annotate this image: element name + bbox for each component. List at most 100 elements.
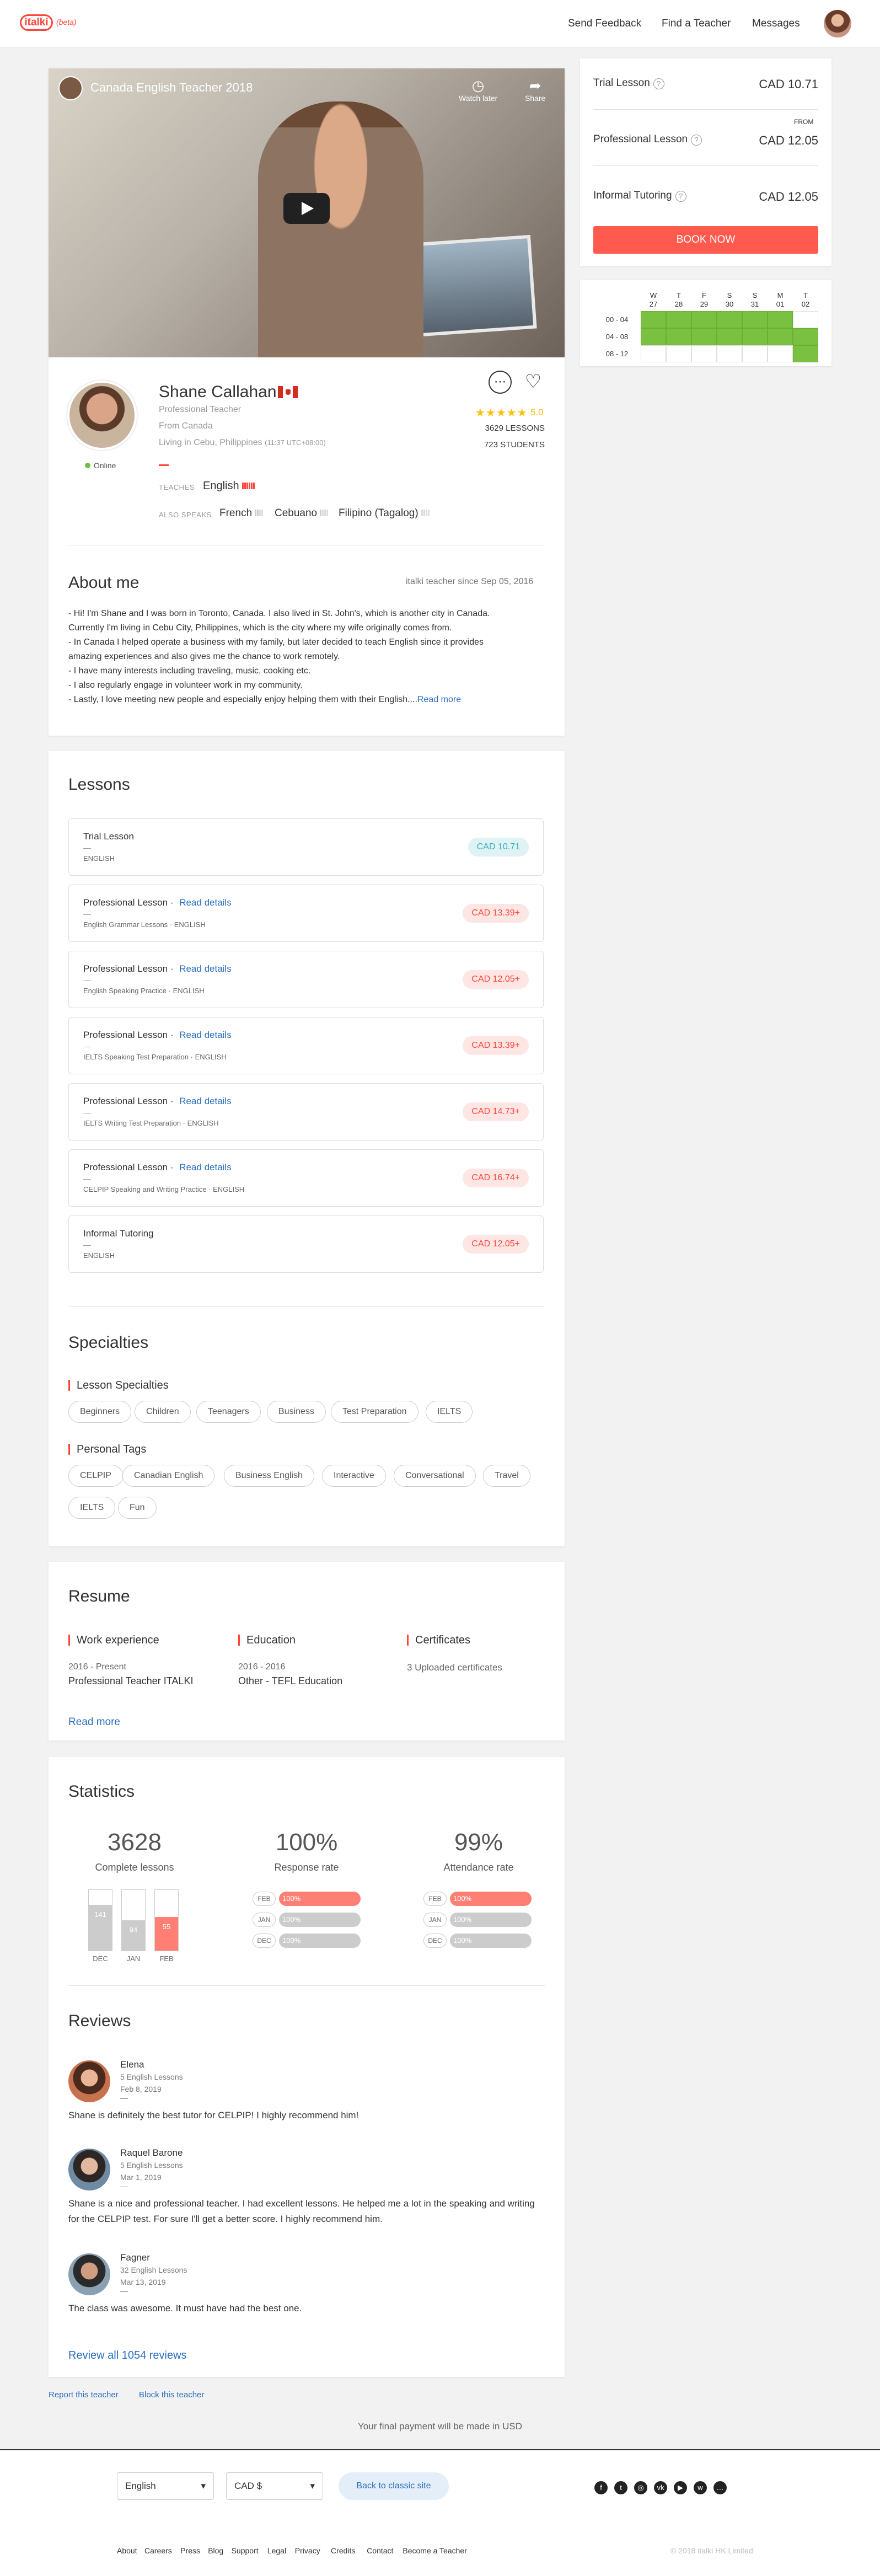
book-now-button[interactable]: BOOK NOW bbox=[593, 226, 818, 254]
response-rate-fill: 100% bbox=[279, 1934, 361, 1948]
wechat-icon[interactable]: … bbox=[713, 2481, 727, 2494]
help-icon[interactable]: ? bbox=[653, 78, 664, 89]
nav-find-teacher[interactable]: Find a Teacher bbox=[662, 18, 731, 30]
lesson-trial[interactable]: Trial Lesson — ENGLISH CAD 10.71 bbox=[68, 818, 544, 876]
instagram-icon[interactable]: ◎ bbox=[634, 2481, 647, 2494]
available-slot[interactable] bbox=[717, 328, 742, 345]
currency-select[interactable]: CAD $ bbox=[226, 2472, 323, 2500]
user-avatar[interactable] bbox=[824, 10, 851, 38]
available-slot[interactable] bbox=[742, 328, 768, 345]
lesson-professional[interactable]: Professional Lesson · Read details — Eng… bbox=[68, 951, 544, 1008]
italki-logo[interactable]: italki bbox=[20, 14, 53, 31]
available-slot[interactable] bbox=[768, 311, 793, 328]
review-all-link[interactable]: Review all 1054 reviews bbox=[68, 2349, 187, 2362]
watch-later-button[interactable]: ◷ Watch later bbox=[459, 77, 497, 103]
trial-lesson-row[interactable]: Trial Lesson? CAD 10.71 bbox=[593, 72, 818, 94]
response-rate-track: 100% bbox=[279, 1892, 361, 1906]
lessons-heading: Lessons bbox=[68, 775, 130, 794]
nav-messages[interactable]: Messages bbox=[752, 18, 800, 30]
available-slot[interactable] bbox=[717, 311, 742, 328]
footer-link-support[interactable]: Support bbox=[232, 2546, 259, 2555]
available-slot[interactable] bbox=[768, 328, 793, 345]
facebook-icon[interactable]: f bbox=[594, 2481, 608, 2494]
specialty-tag: Test Preparation bbox=[331, 1401, 418, 1423]
read-details-link[interactable]: Read details bbox=[179, 897, 232, 908]
language-select[interactable]: English bbox=[117, 2472, 214, 2500]
message-icon[interactable]: ⋯ bbox=[489, 371, 512, 394]
help-icon[interactable]: ? bbox=[691, 135, 702, 146]
availability-calendar[interactable]: W 27 T 28 F 29 S 30 S 31 M 01 T 02 00 - 04 04 - 08 08 - … bbox=[593, 291, 818, 365]
teacher-name: Shane Callahan bbox=[159, 383, 277, 401]
available-slot[interactable] bbox=[691, 328, 717, 345]
trial-lesson-price: CAD 10.71 bbox=[759, 77, 818, 91]
specialty-tag: IELTS bbox=[426, 1401, 473, 1423]
available-slot[interactable] bbox=[641, 311, 666, 328]
available-slot[interactable] bbox=[742, 311, 768, 328]
professional-lesson-row[interactable]: Professional Lesson? CAD 12.05 bbox=[593, 128, 818, 150]
share-video-button[interactable]: ➦ Share bbox=[525, 77, 545, 103]
block-teacher-link[interactable]: Block this teacher bbox=[139, 2390, 204, 2400]
available-slot[interactable] bbox=[666, 311, 691, 328]
lesson-informal[interactable]: Informal Tutoring — ENGLISH CAD 12.05+ bbox=[68, 1215, 544, 1273]
read-details-link[interactable]: Read details bbox=[179, 963, 232, 974]
unavailable-slot[interactable] bbox=[742, 345, 768, 362]
weibo-icon[interactable]: w bbox=[694, 2481, 707, 2494]
lesson-professional[interactable]: Professional Lesson · Read details — IEL… bbox=[68, 1017, 544, 1074]
lesson-professional[interactable]: Professional Lesson · Read details — Eng… bbox=[68, 885, 544, 942]
unavailable-slot[interactable] bbox=[717, 345, 742, 362]
footer-link-credits[interactable]: Credits bbox=[331, 2546, 355, 2555]
unavailable-slot[interactable] bbox=[691, 345, 717, 362]
heart-icon[interactable]: ♡ bbox=[522, 371, 545, 394]
also-speaks-cebuano-name: Cebuano bbox=[275, 507, 318, 520]
help-icon[interactable]: ? bbox=[675, 191, 686, 202]
twitter-icon[interactable]: t bbox=[614, 2481, 627, 2494]
youtube-icon[interactable]: ▶ bbox=[674, 2481, 687, 2494]
lesson-professional[interactable]: Professional Lesson · Read details — CEL… bbox=[68, 1149, 544, 1207]
read-details-link[interactable]: Read details bbox=[179, 1096, 232, 1106]
footer-link-careers[interactable]: Careers bbox=[144, 2546, 172, 2555]
vk-icon[interactable]: vk bbox=[654, 2481, 667, 2494]
report-teacher-link[interactable]: Report this teacher bbox=[49, 2390, 119, 2400]
play-button[interactable] bbox=[283, 193, 330, 224]
read-details-link[interactable]: Read details bbox=[179, 1030, 232, 1040]
footer-link-about[interactable]: About bbox=[117, 2546, 137, 2555]
unavailable-slot[interactable] bbox=[768, 345, 793, 362]
available-slot[interactable] bbox=[793, 345, 818, 362]
available-slot[interactable] bbox=[793, 328, 818, 345]
informal-tutoring-price: CAD 12.05 bbox=[759, 190, 818, 203]
unavailable-slot[interactable] bbox=[641, 345, 666, 362]
footer-link-press[interactable]: Press bbox=[180, 2546, 200, 2555]
footer-link-contact[interactable]: Contact bbox=[367, 2546, 393, 2555]
share-label: Share bbox=[525, 94, 546, 103]
response-rate-track: 100% bbox=[279, 1934, 361, 1948]
resume-heading: Resume bbox=[68, 1587, 130, 1605]
read-details-link[interactable]: Read details bbox=[179, 1162, 232, 1172]
unavailable-slot[interactable] bbox=[666, 345, 691, 362]
available-slot[interactable] bbox=[641, 328, 666, 345]
about-read-more[interactable]: Read more bbox=[417, 695, 461, 704]
intro-video[interactable]: Canada English Teacher 2018 ◷ Watch later… bbox=[49, 68, 565, 357]
response-rate-value: 100% bbox=[275, 1829, 338, 1856]
channel-avatar[interactable] bbox=[58, 76, 83, 100]
available-slot[interactable] bbox=[666, 328, 691, 345]
reviewer-lessons: 5 English Lessons bbox=[120, 2161, 183, 2170]
attendance-rate-fill: 100% bbox=[450, 1913, 532, 1927]
lesson-name: Trial Lesson bbox=[83, 831, 134, 842]
video-title[interactable]: Canada English Teacher 2018 bbox=[90, 81, 253, 95]
available-slot[interactable] bbox=[691, 311, 717, 328]
work-experience-label: Work experience bbox=[68, 1635, 159, 1646]
footer-link-privacy[interactable]: Privacy bbox=[295, 2546, 320, 2555]
footer-link-blog[interactable]: Blog bbox=[208, 2546, 223, 2555]
footer-link-legal[interactable]: Legal bbox=[267, 2546, 286, 2555]
informal-tutoring-row[interactable]: Informal Tutoring? CAD 12.05 bbox=[593, 184, 818, 206]
resume-read-more[interactable]: Read more bbox=[68, 1716, 120, 1728]
professional-lesson-label: Professional Lesson bbox=[593, 133, 688, 145]
classic-site-button[interactable]: Back to classic site bbox=[339, 2472, 449, 2500]
lesson-price: CAD 16.74+ bbox=[463, 1169, 529, 1187]
unavailable-slot[interactable] bbox=[793, 311, 818, 328]
nav-send-feedback[interactable]: Send Feedback bbox=[568, 18, 641, 30]
footer-link-become-a-teacher[interactable]: Become a Teacher bbox=[403, 2546, 466, 2555]
also-speaks-filipino: Filipino (Tagalog) bbox=[339, 507, 430, 520]
review-text: Shane is definitely the best tutor for C… bbox=[68, 2110, 359, 2120]
lesson-professional[interactable]: Professional Lesson · Read details — IEL… bbox=[68, 1083, 544, 1140]
